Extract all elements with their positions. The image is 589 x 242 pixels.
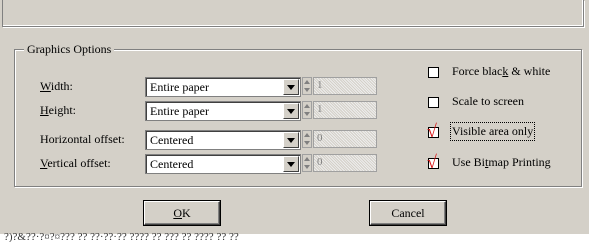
visible-area-only-checkbox[interactable]: √ [427, 122, 439, 140]
width-spinner[interactable] [302, 77, 312, 95]
vertical-offset-value: Centered [150, 157, 194, 171]
width-select-value: Entire paper [150, 80, 209, 94]
height-label: Height: [40, 103, 76, 117]
force-black-white-checkbox[interactable] [428, 67, 439, 78]
background-window-text: ?)?&??·?¤?¤??? ?? ??·??·?? ???? ?? ??? ?… [4, 233, 239, 242]
spin-up-icon[interactable] [304, 80, 310, 84]
use-bitmap-printing-label: Use Bitmap Printing [452, 155, 551, 169]
spin-up-icon[interactable] [304, 104, 310, 108]
group-title: Graphics Options [24, 42, 115, 57]
height-number-field[interactable]: 1 [313, 101, 377, 119]
force-black-white-label: Force black & white [452, 64, 551, 78]
top-panel [2, 0, 584, 27]
spin-down-icon[interactable] [304, 112, 310, 116]
horizontal-offset-spinner[interactable] [302, 130, 312, 148]
vertical-offset-label: Vertical offset: [40, 156, 111, 170]
dialog-body: Graphics Options Width: Entire paper 1 H… [0, 0, 589, 234]
vertical-offset-select[interactable]: Centered [145, 154, 301, 174]
use-bitmap-printing-checkbox[interactable]: √ [427, 153, 439, 171]
horizontal-offset-value: Centered [150, 133, 194, 147]
width-select[interactable]: Entire paper [145, 77, 301, 97]
cancel-button[interactable]: Cancel [370, 201, 446, 225]
chevron-down-icon[interactable] [283, 132, 299, 148]
chevron-down-icon[interactable] [283, 79, 299, 95]
width-label: Width: [40, 79, 73, 93]
scale-to-screen-label: Scale to screen [452, 94, 524, 108]
check-icon: √ [427, 121, 437, 141]
chevron-down-icon[interactable] [283, 103, 299, 119]
height-select-value: Entire paper [150, 104, 209, 118]
horizontal-offset-number-field[interactable]: 0 [313, 130, 377, 148]
spin-down-icon[interactable] [304, 141, 310, 145]
horizontal-offset-select[interactable]: Centered [145, 130, 301, 150]
spin-up-icon[interactable] [304, 157, 310, 161]
vertical-offset-spinner[interactable] [302, 154, 312, 172]
vertical-offset-number-field[interactable]: 0 [313, 154, 377, 172]
check-icon: √ [427, 152, 437, 172]
chevron-down-icon[interactable] [283, 156, 299, 172]
spin-up-icon[interactable] [304, 133, 310, 137]
height-select[interactable]: Entire paper [145, 101, 301, 121]
scale-to-screen-checkbox[interactable] [428, 97, 439, 108]
visible-area-only-label: Visible area only [449, 122, 536, 141]
spin-down-icon[interactable] [304, 88, 310, 92]
spin-down-icon[interactable] [304, 165, 310, 169]
ok-button[interactable]: OK [144, 201, 220, 225]
horizontal-offset-label: Horizontal offset: [40, 132, 125, 146]
height-spinner[interactable] [302, 101, 312, 119]
width-number-field[interactable]: 1 [313, 77, 377, 95]
